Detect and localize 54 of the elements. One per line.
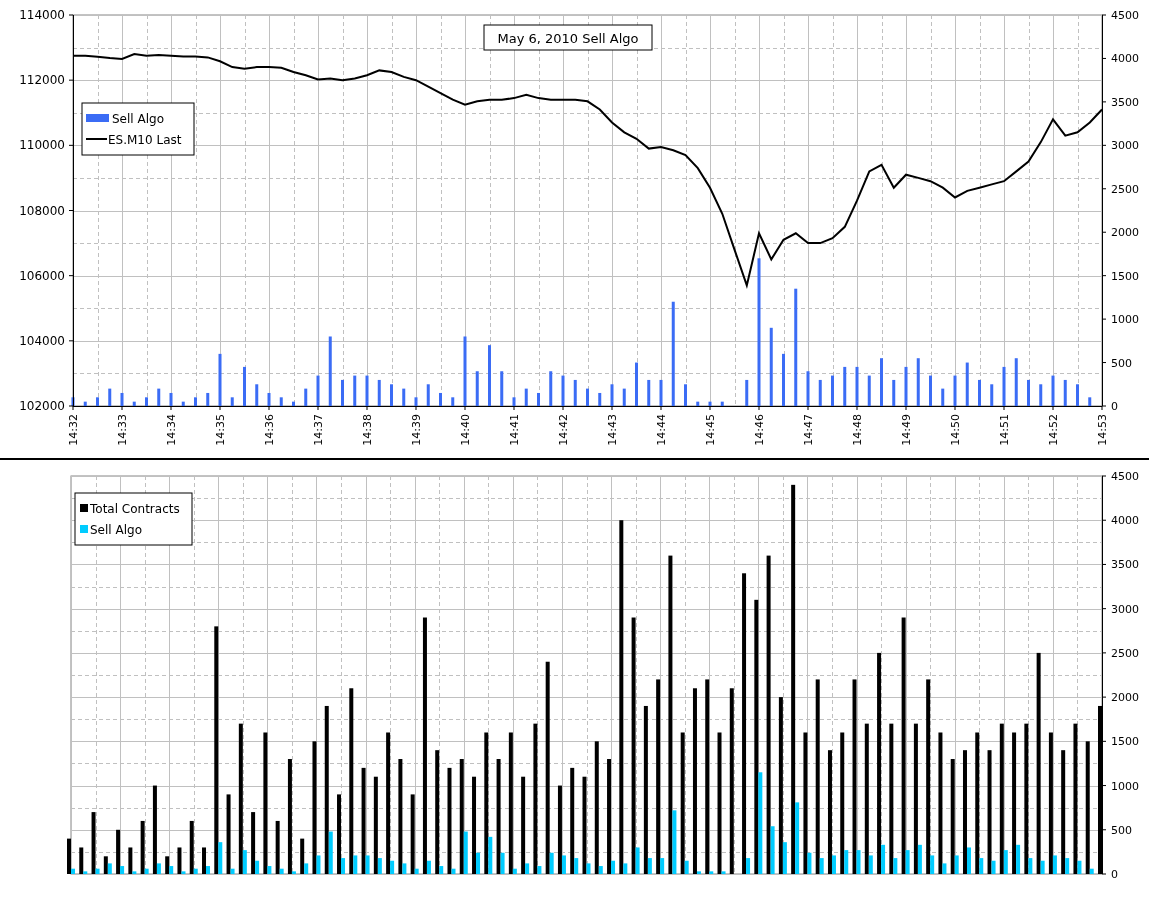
- axis-tick-label: 14:44: [655, 414, 668, 446]
- axis-tick-label: 106000: [19, 268, 65, 283]
- axis-tick-label: 14:45: [704, 414, 717, 446]
- axis-tick-label: 104000: [19, 333, 65, 348]
- axis-tick-label: 14:46: [753, 414, 766, 446]
- axis-tick-label: 3500: [1111, 558, 1139, 572]
- axis-tick-label: 14:43: [606, 414, 619, 446]
- axis-tick-label: 14:51: [998, 414, 1011, 446]
- axis-tick-label: 14:48: [851, 414, 864, 446]
- axis-tick-label: 102000: [19, 399, 65, 413]
- axis-tick-label: 2000: [1111, 226, 1139, 240]
- axis-tick-label: 1000: [1111, 779, 1139, 793]
- axis-tick-label: 14:47: [802, 414, 815, 446]
- axis-tick-label: 1000: [1111, 313, 1139, 327]
- legend-label: Sell Algo: [112, 112, 164, 126]
- axis-tick-label: 2500: [1111, 646, 1139, 660]
- axis-tick-label: 3000: [1111, 139, 1139, 153]
- axis-tick-label: 14:52: [1047, 414, 1060, 446]
- axis-tick-label: 4000: [1111, 52, 1139, 66]
- axis-tick-label: 14:53: [1096, 414, 1109, 446]
- axis-tick-label: 14:41: [508, 414, 521, 446]
- axis-tick-label: 2000: [1111, 691, 1139, 705]
- legend-label: ES.M10 Last: [108, 133, 182, 147]
- axis-tick-label: 14:37: [312, 414, 325, 446]
- axis-tick-label: 0: [1111, 400, 1118, 413]
- axis-tick-label: 14:35: [214, 414, 227, 446]
- axis-tick-label: 4000: [1111, 514, 1139, 528]
- axis-tick-label: 110000: [19, 138, 65, 153]
- axis-tick-label: 14:38: [361, 414, 374, 446]
- axis-tick-label: 112000: [19, 73, 65, 88]
- axis-tick-label: 14:34: [165, 414, 178, 446]
- axis-tick-label: 14:32: [67, 414, 80, 446]
- chart-title: May 6, 2010 Sell Algo: [497, 31, 639, 46]
- axis-tick-label: 114000: [19, 8, 65, 22]
- legend-label: Sell Algo: [90, 523, 142, 537]
- axis-tick-label: 500: [1111, 823, 1132, 837]
- axis-tick-label: 2500: [1111, 182, 1139, 196]
- axis-tick-label: 0: [1111, 868, 1118, 881]
- axis-tick-label: 108000: [19, 203, 65, 218]
- axis-tick-label: 4500: [1111, 470, 1139, 483]
- axis-tick-label: 3500: [1111, 95, 1139, 109]
- axis-tick-label: 1500: [1111, 269, 1139, 283]
- axis-tick-label: 14:39: [410, 414, 423, 446]
- axis-tick-label: 14:36: [263, 414, 276, 446]
- axis-tick-label: 14:50: [949, 414, 962, 446]
- axis-tick-label: 4500: [1111, 9, 1139, 22]
- legend-label: Total Contracts: [90, 502, 180, 516]
- axis-tick-label: 14:49: [900, 414, 913, 446]
- axis-tick-label: 500: [1111, 356, 1132, 370]
- axis-tick-label: 14:33: [116, 414, 129, 446]
- axis-tick-label: 1500: [1111, 735, 1139, 749]
- axis-tick-label: 14:42: [557, 414, 570, 446]
- axis-tick-label: 14:40: [459, 414, 472, 446]
- axis-tick-label: 3000: [1111, 602, 1139, 616]
